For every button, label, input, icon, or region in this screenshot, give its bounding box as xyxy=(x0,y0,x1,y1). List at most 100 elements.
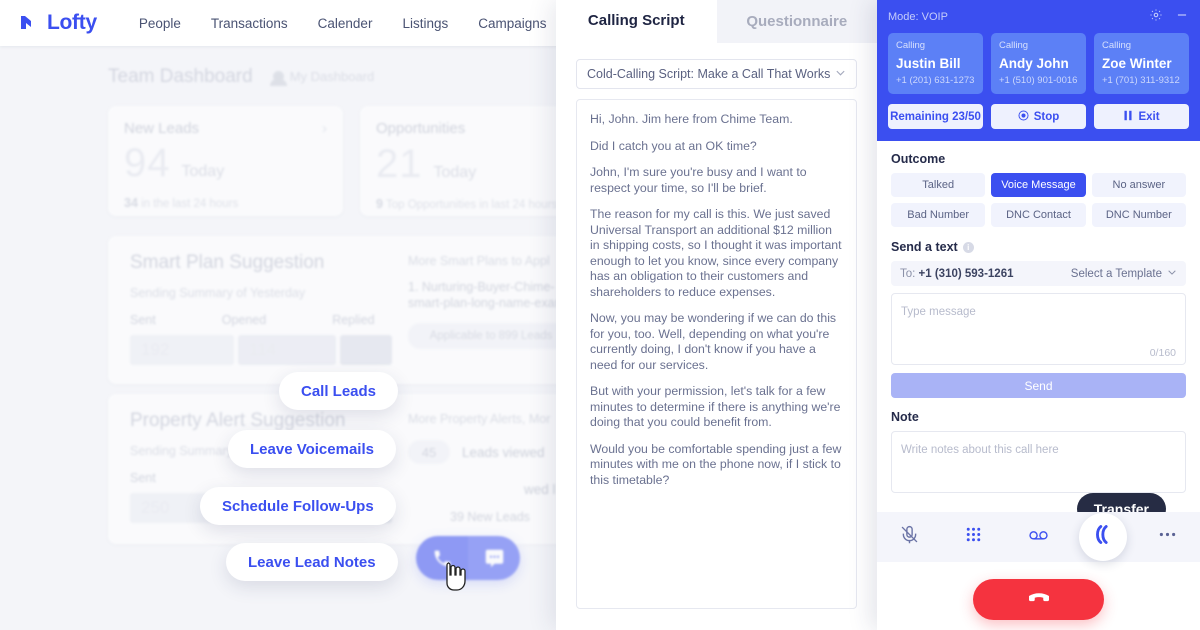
kpi-foot-number: 9 xyxy=(376,197,383,211)
property-alert-count: 45 xyxy=(408,440,450,464)
exit-label: Exit xyxy=(1138,110,1160,123)
more-options-button[interactable] xyxy=(1135,524,1200,550)
capsule-call-button[interactable] xyxy=(416,536,468,580)
chevron-right-icon[interactable]: › xyxy=(322,120,327,137)
call-status: Calling xyxy=(999,40,1029,51)
fab-schedule-follow-ups[interactable]: Schedule Follow-Ups xyxy=(200,487,396,525)
info-icon[interactable]: i xyxy=(962,241,974,253)
script-text-body[interactable]: Hi, John. Jim here from Chime Team. Did … xyxy=(576,99,857,609)
nav-item-listings[interactable]: Listings xyxy=(402,16,448,31)
tab-questionnaire[interactable]: Questionnaire xyxy=(716,0,877,43)
fab-call-leads[interactable]: Call Leads xyxy=(279,372,399,410)
dialer-mode-label: Mode: VOIP xyxy=(888,11,948,23)
smart-plan-card[interactable]: Smart Plan Suggestion More Smart Plans t… xyxy=(108,236,595,384)
note-title-text: Note xyxy=(891,410,919,424)
kpi-title: New Leads xyxy=(124,120,200,137)
outcome-no-answer[interactable]: No answer xyxy=(1091,173,1186,197)
script-select-value: Cold-Calling Script: Make a Call That Wo… xyxy=(587,67,831,81)
call-card[interactable]: Calling Justin Bill +1 (201) 631-1273 xyxy=(888,33,983,94)
keypad-icon xyxy=(963,524,984,550)
capsule-text-button[interactable] xyxy=(468,536,520,580)
char-counter: 0/160 xyxy=(1149,347,1176,359)
outcome-talked[interactable]: Talked xyxy=(891,173,986,197)
stop-button[interactable]: Stop xyxy=(991,104,1086,129)
outcome-voice-message[interactable]: Voice Message xyxy=(991,173,1086,197)
property-alert-value: 250 xyxy=(141,498,170,517)
kpi-card-new-leads[interactable]: New Leads › 94 Today 34 in the last 24 h… xyxy=(108,106,343,216)
outcome-label: DNC Number xyxy=(1105,209,1172,221)
dialer-toolbar xyxy=(877,512,1200,562)
transfer-icon xyxy=(1091,522,1116,552)
mute-button[interactable] xyxy=(877,524,942,550)
kpi-value: 94 xyxy=(124,141,171,185)
brand-logo[interactable]: Lofty xyxy=(18,11,97,35)
nav-item-calender[interactable]: Calender xyxy=(318,16,373,31)
note-textarea[interactable]: Write notes about this call here xyxy=(891,431,1186,493)
outcome-bad-number[interactable]: Bad Number xyxy=(891,203,986,227)
remaining-label: Remaining 23/50 xyxy=(890,110,981,123)
kpi-value: 21 xyxy=(376,142,423,186)
outcome-dnc-contact[interactable]: DNC Contact xyxy=(991,203,1086,227)
call-card[interactable]: Calling Zoe Winter +1 (701) 311-9312 xyxy=(1094,33,1189,94)
script-paragraph: John, I'm sure you're busy and I want to… xyxy=(590,165,807,195)
call-contact-phone: +1 (201) 631-1273 xyxy=(896,75,975,86)
kpi-foot-text: in the last 24 hours xyxy=(141,198,239,210)
fab-leave-lead-notes[interactable]: Leave Lead Notes xyxy=(226,543,398,581)
keypad-button[interactable] xyxy=(942,524,1007,550)
gear-icon[interactable] xyxy=(1149,8,1163,27)
send-text-title-text: Send a text xyxy=(891,240,958,254)
page-title: Team Dashboard xyxy=(108,66,253,87)
fab-label: Call Leads xyxy=(301,382,377,400)
nav-item-transactions[interactable]: Transactions xyxy=(211,16,288,31)
smart-plan-col: Replied xyxy=(332,313,375,327)
outcome-section-title: Outcome xyxy=(891,152,1186,166)
kpi-title: Opportunities xyxy=(376,120,466,137)
outcome-dnc-number[interactable]: DNC Number xyxy=(1091,203,1186,227)
call-contact-phone: +1 (510) 901-0016 xyxy=(999,75,1078,86)
call-status: Calling xyxy=(1102,40,1132,51)
nav-item-people[interactable]: People xyxy=(139,16,181,31)
transfer-circle[interactable] xyxy=(1079,513,1128,561)
script-paragraph: Did I catch you at an OK time? xyxy=(590,138,757,153)
chevron-down-icon xyxy=(835,67,846,81)
property-alert-label: Leads viewed xyxy=(462,444,545,460)
minimize-icon[interactable] xyxy=(1175,8,1189,27)
nav-item-campaigns[interactable]: Campaigns xyxy=(478,16,546,31)
call-text-capsule[interactable] xyxy=(416,536,520,580)
script-paragraph: But with your permission, let's talk for… xyxy=(590,384,841,429)
call-status: Calling xyxy=(896,40,926,51)
fab-leave-voicemails[interactable]: Leave Voicemails xyxy=(228,430,396,468)
tab-label: Questionnaire xyxy=(746,13,848,30)
lofty-logo-icon xyxy=(18,12,40,34)
transfer-button[interactable] xyxy=(1071,513,1136,561)
kpi-unit: Today xyxy=(181,163,225,180)
smart-plan-title: Smart Plan Suggestion xyxy=(130,252,325,273)
remaining-counter[interactable]: Remaining 23/50 xyxy=(888,104,983,129)
select-template-label: Select a Template xyxy=(1070,267,1162,280)
exit-button[interactable]: Exit xyxy=(1094,104,1189,129)
property-alert-title: Property Alert Suggestion xyxy=(130,410,346,431)
script-select-dropdown[interactable]: Cold-Calling Script: Make a Call That Wo… xyxy=(576,59,857,89)
voicemail-button[interactable] xyxy=(1006,523,1071,551)
dashboard-header: Team Dashboard My Dashboard xyxy=(108,66,374,88)
message-placeholder: Type message xyxy=(901,306,976,318)
voicemail-icon xyxy=(1027,523,1050,551)
chevron-down-icon xyxy=(1167,267,1177,280)
property-alert-col: Sent xyxy=(130,471,156,485)
call-card[interactable]: Calling Andy John +1 (510) 901-0016 xyxy=(991,33,1086,94)
to-number: +1 (310) 593-1261 xyxy=(918,267,1014,280)
outcome-label: DNC Contact xyxy=(1006,209,1071,221)
smart-plan-value: 114 xyxy=(249,340,277,359)
outcome-options: Talked Voice Message No answer Bad Numbe… xyxy=(891,173,1186,227)
pause-icon xyxy=(1123,110,1133,124)
tab-calling-script[interactable]: Calling Script xyxy=(556,0,717,43)
my-dashboard-tab[interactable]: My Dashboard xyxy=(269,69,374,86)
outcome-label: Bad Number xyxy=(907,209,970,221)
hangup-button[interactable] xyxy=(973,579,1104,620)
message-textarea[interactable]: Type message 0/160 xyxy=(891,293,1186,365)
select-template-dropdown[interactable]: Select a Template xyxy=(1071,267,1177,280)
outcome-label: Talked xyxy=(922,179,955,191)
send-button[interactable]: Send xyxy=(891,373,1186,398)
outcome-label: No answer xyxy=(1112,179,1166,191)
script-tabs: Calling Script Questionnaire xyxy=(556,0,877,43)
